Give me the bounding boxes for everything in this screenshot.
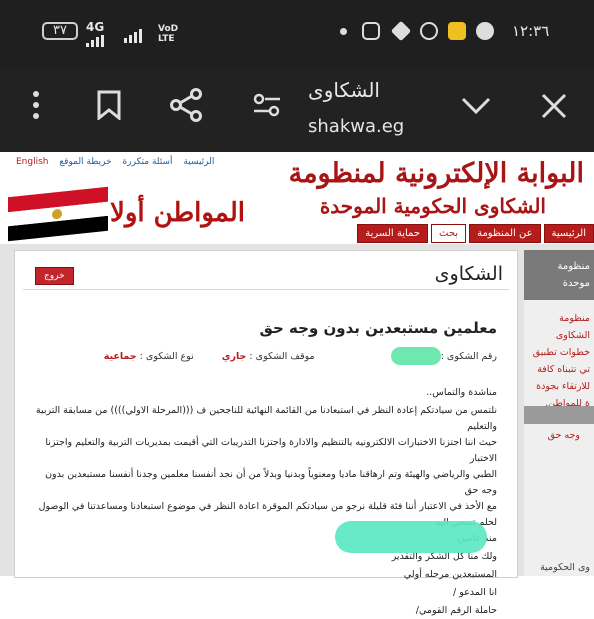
home-link[interactable]: الرئيسية xyxy=(183,157,214,167)
nav-search[interactable]: بحث xyxy=(431,224,467,243)
english-link[interactable]: English xyxy=(16,157,49,167)
box-icon xyxy=(390,20,412,42)
url-host[interactable]: shakwa.eg xyxy=(308,116,404,137)
nav-home[interactable]: الرئيسية xyxy=(543,224,594,243)
more-icon[interactable] xyxy=(28,90,44,120)
sidebar-text: منظومة الشكاوى خطوات تطبيق تي تتبناه كاف… xyxy=(532,313,590,409)
body-line: نلتمس من سيادتكم إعادة النظر في استبعادن… xyxy=(35,405,497,432)
section-title: الشكاوى xyxy=(434,263,503,285)
top-links: English الرئيسية أسئلة متكررة خريطة المو… xyxy=(16,157,222,167)
sidebar-bottom-text: وى الحكومية xyxy=(540,562,590,573)
close-icon[interactable] xyxy=(540,92,568,120)
portal-logo-line1: البوابة الإلكترونية لمنظومة xyxy=(288,158,584,189)
complaint-subject: معلمين مستبعدين بدون وجه حق xyxy=(259,319,498,337)
page-title: الشكاوى xyxy=(308,78,380,102)
sidebar-header: منظومة موحدة xyxy=(524,250,594,300)
sidebar-link[interactable]: وجه حق xyxy=(524,430,594,441)
body-line: انا المدعو / xyxy=(452,587,497,598)
body-line: حاملة الرقم القومي/ xyxy=(415,605,497,616)
body-line: الطبي والرياضي والهيئة وتم ارهاقنا ماديا… xyxy=(45,469,497,496)
app-icon xyxy=(448,22,466,40)
sidebar-header-2 xyxy=(524,406,594,424)
share-icon[interactable] xyxy=(170,88,204,122)
main-nav: الرئيسية عن المنظومة بحث حماية السرية xyxy=(354,224,594,243)
logout-button[interactable]: خروج xyxy=(35,267,74,285)
type-value: جماعية xyxy=(103,351,137,362)
slogan: المواطن أولا xyxy=(110,198,245,228)
clock: ١٢:٣٦ xyxy=(512,22,550,40)
carrier-label: VoD LTE xyxy=(158,24,179,44)
number-label: رقم الشكوى : xyxy=(440,351,497,362)
chat-icon xyxy=(476,22,494,40)
status-label: موقف الشكوى : xyxy=(249,351,315,362)
nav-about[interactable]: عن المنظومة xyxy=(469,224,541,243)
divider xyxy=(23,289,509,290)
android-status-bar: ٣٧ 4G VoD LTE ١٢:٣٦ xyxy=(0,0,594,68)
portal-logo-line2: الشكاوى الحكومية الموحدة xyxy=(319,194,546,218)
browser-toolbar: الشكاوى shakwa.eg xyxy=(0,68,594,152)
body-line: المستبعدين مرحله أولي xyxy=(403,569,497,580)
complaint-body: مناشدة والتماس.. نلتمس من سيادتكم إعادة … xyxy=(27,385,497,619)
faq-link[interactable]: أسئلة متكررة xyxy=(123,157,173,167)
sitemap-link[interactable]: خريطة الموقع xyxy=(59,157,111,167)
nav-privacy[interactable]: حماية السرية xyxy=(357,224,429,243)
bookmark-icon[interactable] xyxy=(96,90,122,120)
browser-icon xyxy=(420,22,438,40)
body-line: حيث اننا اجتزنا الاختبارات الالكترونيه ب… xyxy=(45,437,497,464)
site-header: English الرئيسية أسئلة متكررة خريطة المو… xyxy=(0,152,594,244)
status-value: جاري xyxy=(221,351,247,362)
type-label: نوع الشكوى : xyxy=(139,351,194,362)
tune-icon[interactable] xyxy=(252,92,282,118)
right-sidebar: منظومة موحدة منظومة الشكاوى خطوات تطبيق … xyxy=(524,250,594,576)
chevron-down-icon[interactable] xyxy=(460,96,492,116)
egypt-flag-icon xyxy=(8,186,108,242)
body-line: مناشدة والتماس.. xyxy=(426,387,497,398)
battery-indicator: ٣٧ xyxy=(42,22,78,40)
redacted-identity xyxy=(335,521,487,553)
complaint-meta: رقم الشكوى : موقف الشكوى : جاري نوع الشك… xyxy=(104,351,497,362)
instagram-icon xyxy=(362,22,380,40)
dot-icon xyxy=(340,28,347,35)
signal-icon-2 xyxy=(124,28,144,43)
complaint-panel: الشكاوى خروج معلمين مستبعدين بدون وجه حق… xyxy=(14,250,518,616)
signal-icon xyxy=(86,32,106,47)
